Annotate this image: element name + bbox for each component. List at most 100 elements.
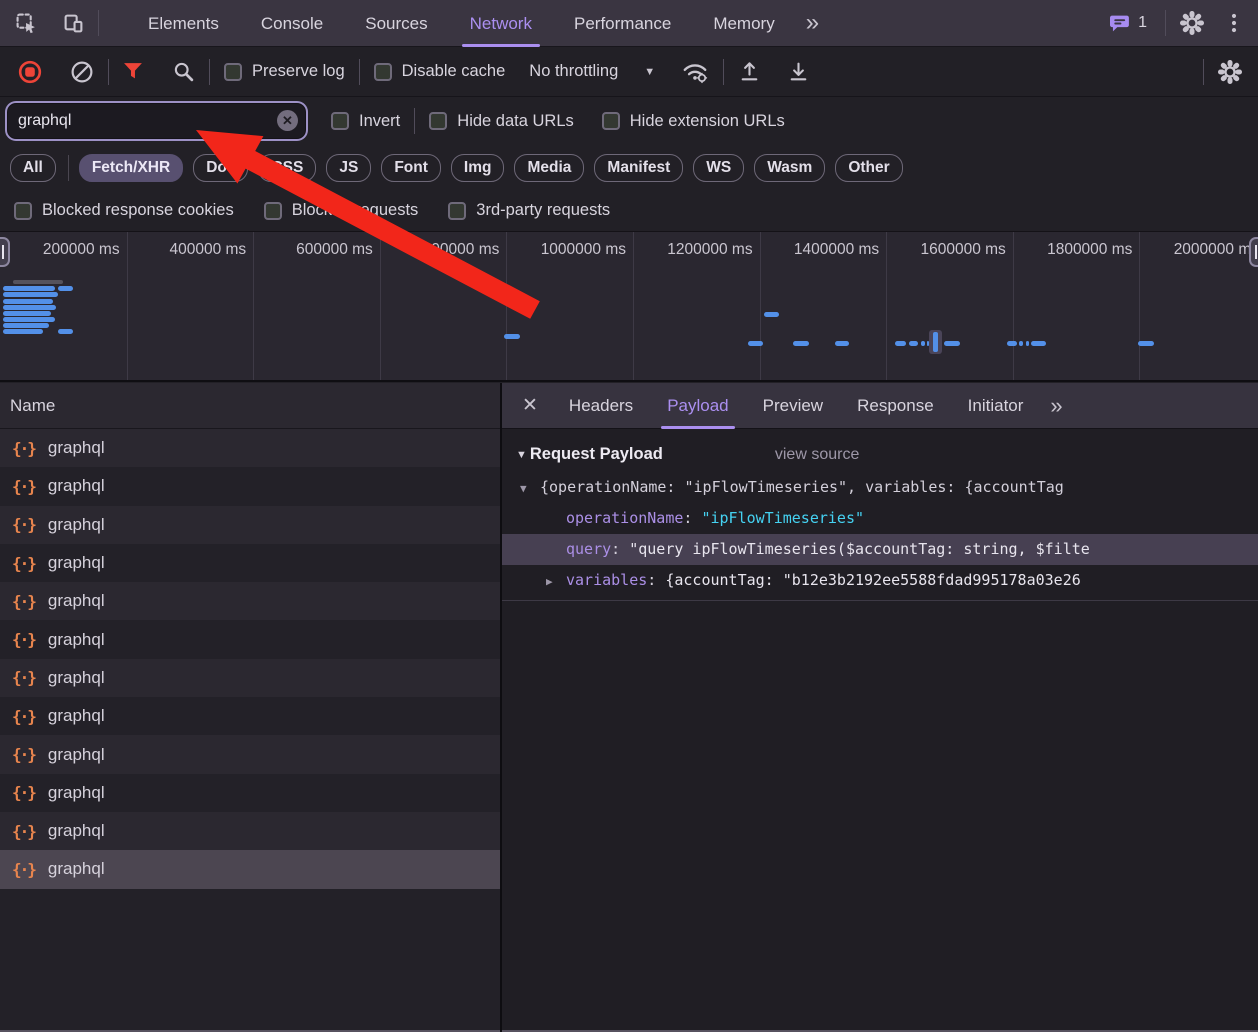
device-toolbar-icon[interactable] (63, 13, 84, 34)
request-timing-bar[interactable] (748, 341, 763, 346)
request-timing-bar[interactable] (909, 341, 918, 346)
tab-elements[interactable]: Elements (148, 0, 219, 47)
table-row[interactable]: {·} graphql (0, 773, 500, 812)
filter-chip-fetch-xhr[interactable]: Fetch/XHR (78, 153, 184, 182)
3rd-party-requests-checkbox[interactable]: 3rd-party requests (448, 201, 610, 220)
network-overview-timeline[interactable]: 200000 ms 400000 ms 600000 ms 800000 ms 1000… (0, 232, 1258, 382)
view-source-link[interactable]: view source (775, 446, 859, 464)
checkbox[interactable] (429, 112, 448, 130)
tab-memory[interactable]: Memory (713, 0, 774, 47)
filter-chip-ws[interactable]: WS (693, 153, 745, 182)
table-row[interactable]: {·} graphql (0, 467, 500, 506)
filter-chip-manifest[interactable]: Manifest (594, 153, 684, 182)
details-tab-preview[interactable]: Preview (763, 383, 823, 429)
hide-data-urls-checkbox[interactable]: Hide data URLs (429, 112, 574, 131)
filter-chip-all[interactable]: All (10, 153, 56, 182)
hide-extension-urls-checkbox[interactable]: Hide extension URLs (601, 112, 785, 131)
request-timing-bar[interactable] (504, 334, 520, 339)
request-timing-bar[interactable] (1026, 341, 1029, 346)
blocked-requests-checkbox[interactable]: Blocked requests (263, 201, 418, 220)
more-panels-icon[interactable]: » (806, 1, 819, 45)
tab-performance[interactable]: Performance (574, 0, 671, 47)
tab-sources[interactable]: Sources (365, 0, 427, 47)
payload-line[interactable]: query: "query ipFlowTimeseries($accountT… (502, 534, 1258, 565)
request-payload-section-header[interactable]: ▼ Request Payload view source (502, 429, 1258, 472)
filter-chip-font[interactable]: Font (381, 153, 441, 182)
more-details-tabs-icon[interactable]: » (1050, 384, 1062, 428)
settings-gear-icon[interactable] (1180, 11, 1204, 35)
checkbox[interactable] (373, 62, 392, 81)
request-timing-bar[interactable] (58, 286, 73, 291)
request-timing-bar[interactable] (3, 286, 55, 291)
timeline-left-grip[interactable] (0, 237, 10, 267)
request-timing-bar[interactable] (895, 341, 906, 346)
request-timing-bar[interactable] (58, 329, 73, 334)
request-timing-bar[interactable] (793, 341, 809, 346)
filter-chip-media[interactable]: Media (514, 153, 585, 182)
filter-chip-doc[interactable]: Doc (193, 153, 249, 182)
table-row[interactable]: {·} graphql (0, 658, 500, 698)
request-timing-bar[interactable] (921, 341, 925, 346)
clear-filter-icon[interactable]: ✕ (277, 110, 298, 131)
throttling-select[interactable]: No throttling ▼ (529, 62, 655, 81)
table-row[interactable]: {·} graphql (0, 582, 500, 621)
table-row[interactable]: {·} graphql (0, 620, 500, 659)
clear-network-log-icon[interactable] (70, 60, 94, 84)
details-tab-payload[interactable]: Payload (661, 383, 736, 429)
disable-cache-checkbox[interactable]: Disable cache (373, 62, 505, 81)
request-timing-bar[interactable] (835, 341, 849, 346)
request-timing-bar[interactable] (3, 305, 56, 310)
checkbox[interactable] (14, 201, 32, 220)
filter-chip-other[interactable]: Other (835, 153, 903, 182)
request-timing-bar[interactable] (3, 299, 53, 304)
filter-chip-img[interactable]: Img (450, 153, 505, 182)
kebab-menu-icon[interactable] (1222, 11, 1246, 35)
tab-network[interactable]: Network (461, 0, 541, 47)
search-icon[interactable] (172, 60, 195, 83)
network-conditions-icon[interactable] (681, 60, 709, 84)
request-timing-bar[interactable] (1019, 341, 1023, 346)
preserve-log-checkbox[interactable]: Preserve log (224, 62, 345, 81)
blocked-response-cookies-checkbox[interactable]: Blocked response cookies (14, 201, 234, 220)
details-tab-headers[interactable]: Headers (569, 383, 633, 429)
request-timing-bar[interactable] (1007, 341, 1017, 346)
table-row[interactable]: {·} graphql (0, 811, 500, 851)
table-row[interactable]: {·} graphql (0, 697, 500, 736)
close-details-icon[interactable]: ✕ (522, 394, 538, 417)
request-timing-bar[interactable] (3, 317, 55, 322)
request-timing-bar[interactable] (1031, 341, 1046, 346)
checkbox[interactable] (263, 201, 282, 220)
tree-toggle-icon[interactable]: ▶ (546, 566, 566, 596)
tab-console[interactable]: Console (261, 0, 323, 47)
checkbox[interactable] (224, 62, 242, 81)
payload-line[interactable]: ▶ variables: {accountTag: "b12e3b2192ee55… (502, 565, 1258, 596)
selected-request-marker[interactable] (929, 330, 942, 354)
filter-chip-css[interactable]: CSS (258, 153, 317, 182)
checkbox[interactable] (448, 201, 467, 220)
name-column-header[interactable]: Name (0, 383, 500, 429)
timeline-right-grip[interactable] (1249, 237, 1258, 267)
details-tab-response[interactable]: Response (857, 383, 934, 429)
checkbox[interactable] (601, 112, 620, 130)
table-row[interactable]: {·} graphql (0, 543, 500, 583)
request-timing-bar[interactable] (1138, 341, 1154, 346)
filter-chip-wasm[interactable]: Wasm (754, 153, 826, 182)
request-timing-bar[interactable] (3, 329, 43, 334)
request-timing-bar[interactable] (764, 312, 779, 317)
table-row[interactable]: {·} graphql (0, 505, 500, 544)
request-timing-bar[interactable] (3, 311, 51, 316)
table-row[interactable]: {·} graphql (0, 850, 500, 889)
inspect-element-icon[interactable] (16, 13, 37, 34)
import-har-icon[interactable] (738, 60, 761, 83)
export-har-icon[interactable] (787, 60, 810, 83)
issues-icon[interactable] (1110, 14, 1131, 33)
section-collapse-icon[interactable]: ▼ (516, 449, 527, 461)
request-timing-bar[interactable] (3, 323, 49, 328)
request-timing-bar[interactable] (944, 341, 960, 346)
filter-chip-js[interactable]: JS (326, 153, 372, 182)
request-timing-bar[interactable] (3, 292, 58, 297)
filter-input[interactable] (8, 111, 248, 131)
payload-line[interactable]: ▼ {operationName: "ipFlowTimeseries", var… (502, 472, 1258, 503)
payload-line[interactable]: operationName: "ipFlowTimeseries" (502, 503, 1258, 534)
table-row[interactable]: {·} graphql (0, 429, 500, 468)
